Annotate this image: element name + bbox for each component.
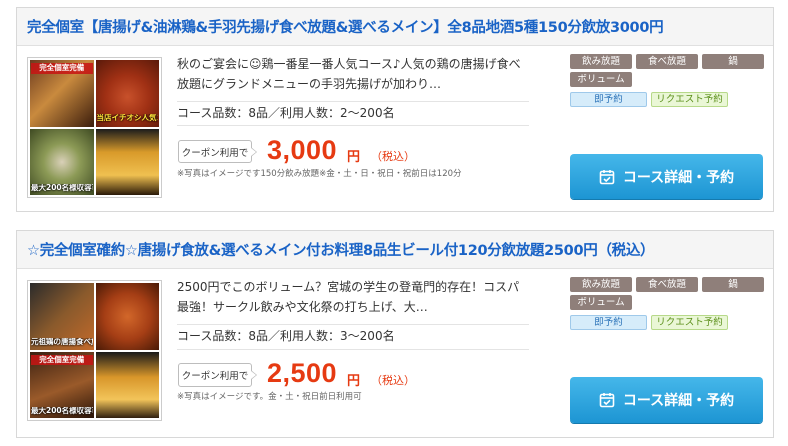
course-card: ☆完全個室確約☆唐揚げ食放&選べるメイン付お料理8品生ビール付120分飲放題25…	[16, 230, 774, 438]
photo-label: 完全個室完備	[31, 354, 93, 366]
price-currency: 円	[347, 150, 361, 165]
karaage-photo	[95, 283, 159, 350]
course-photos[interactable]: 完全個室完備 当店イチオシ人気コース 最大200名様収容可能	[27, 57, 162, 198]
course-photos[interactable]: 元祖鶏の唐揚食べ放題 完全個室完備 最大200名様収容可能	[27, 280, 162, 421]
calendar-check-icon	[599, 393, 615, 408]
private-room-photo: 完全個室完備	[30, 60, 94, 127]
tag-all-you-can-eat: 食べ放題	[636, 54, 698, 69]
divider	[177, 125, 529, 126]
course-header: 完全個室【唐揚げ&油淋鶏&手羽先揚げ食べ放題&選べるメイン】全8品地酒5種150…	[17, 8, 773, 46]
tax-label: （税込）	[371, 374, 415, 387]
course-info: コース品数：8品／利用人数：2～200名	[177, 106, 395, 120]
course-detail-reserve-button[interactable]: コース詳細・予約	[570, 154, 763, 199]
divider	[177, 324, 529, 325]
course-tags: 飲み放題 食べ放題 鍋 ボリューム 即予約 リクエスト予約	[570, 54, 764, 110]
divider	[177, 349, 529, 350]
course-description: 2500円でこのボリューム？宮城の学生の登竜門的存在！コスパ最強！サークル飲みや…	[177, 280, 520, 314]
coupon-label: クーポン利用で	[178, 140, 257, 163]
beer-photo	[95, 351, 159, 418]
photo-label: 元祖鶏の唐揚食べ放題	[31, 337, 93, 346]
course-price: 2,500	[267, 358, 338, 388]
instant-reservation-badge: 即予約	[570, 92, 647, 107]
request-reservation-badge: リクエスト予約	[651, 315, 728, 330]
course-card: 完全個室【唐揚げ&油淋鶏&手羽先揚げ食べ放題&選べるメイン】全8品地酒5種150…	[16, 7, 774, 212]
nabe-photo: 元祖鶏の唐揚食べ放題	[30, 283, 94, 350]
beer-photo	[95, 128, 159, 195]
tag-all-you-can-eat: 食べ放題	[636, 277, 698, 292]
photo-label: 完全個室完備	[31, 63, 93, 74]
tag-nabe: 鍋	[702, 277, 764, 292]
price-currency: 円	[347, 374, 361, 389]
tag-nabe: 鍋	[702, 54, 764, 69]
course-header: ☆完全個室確約☆唐揚げ食放&選べるメイン付お料理8品生ビール付120分飲放題25…	[17, 231, 773, 269]
course-tags: 飲み放題 食べ放題 鍋 ボリューム 即予約 リクエスト予約	[570, 277, 764, 333]
photo-label: 最大200名様収容可能	[31, 407, 93, 416]
tag-volume: ボリューム	[570, 295, 632, 310]
course-price: 3,000	[267, 135, 338, 165]
request-reservation-badge: リクエスト予約	[651, 92, 728, 107]
photo-label: 最大200名様収容可能	[31, 184, 93, 193]
nabe-photo: 最大200名様収容可能	[30, 128, 94, 195]
cta-label: コース詳細・予約	[622, 169, 735, 186]
instant-reservation-badge: 即予約	[570, 315, 647, 330]
tax-label: （税込）	[371, 150, 415, 163]
tag-all-you-can-drink: 飲み放題	[570, 277, 632, 292]
coupon-label: クーポン利用で	[178, 363, 257, 387]
course-title[interactable]: ☆完全個室確約☆唐揚げ食放&選べるメイン付お料理8品生ビール付120分飲放題25…	[27, 239, 654, 260]
divider	[177, 101, 529, 102]
course-info: コース品数：8品／利用人数：3～200名	[177, 329, 395, 343]
course-detail-reserve-button[interactable]: コース詳細・予約	[570, 377, 763, 423]
calendar-check-icon	[599, 169, 615, 184]
tag-volume: ボリューム	[570, 72, 632, 87]
course-note: ※写真はイメージです。金・土・祝日前日利用可	[177, 392, 362, 402]
course-note: ※写真はイメージです150分飲み放題※金・土・日・祝日・祝前日は120分	[177, 169, 462, 179]
tag-all-you-can-drink: 飲み放題	[570, 54, 632, 69]
course-title[interactable]: 完全個室【唐揚げ&油淋鶏&手羽先揚げ食べ放題&選べるメイン】全8品地酒5種150…	[27, 16, 663, 37]
photo-label: 当店イチオシ人気コース	[96, 113, 159, 122]
karaage-photo: 当店イチオシ人気コース	[95, 60, 159, 127]
cta-label: コース詳細・予約	[622, 393, 735, 409]
private-room-photo: 完全個室完備 最大200名様収容可能	[30, 351, 94, 418]
course-description: 秋のご宴会に☺鶏一番星一番人気コース♪人気の鶏の唐揚げ食べ放題にグランドメニュー…	[177, 57, 521, 91]
